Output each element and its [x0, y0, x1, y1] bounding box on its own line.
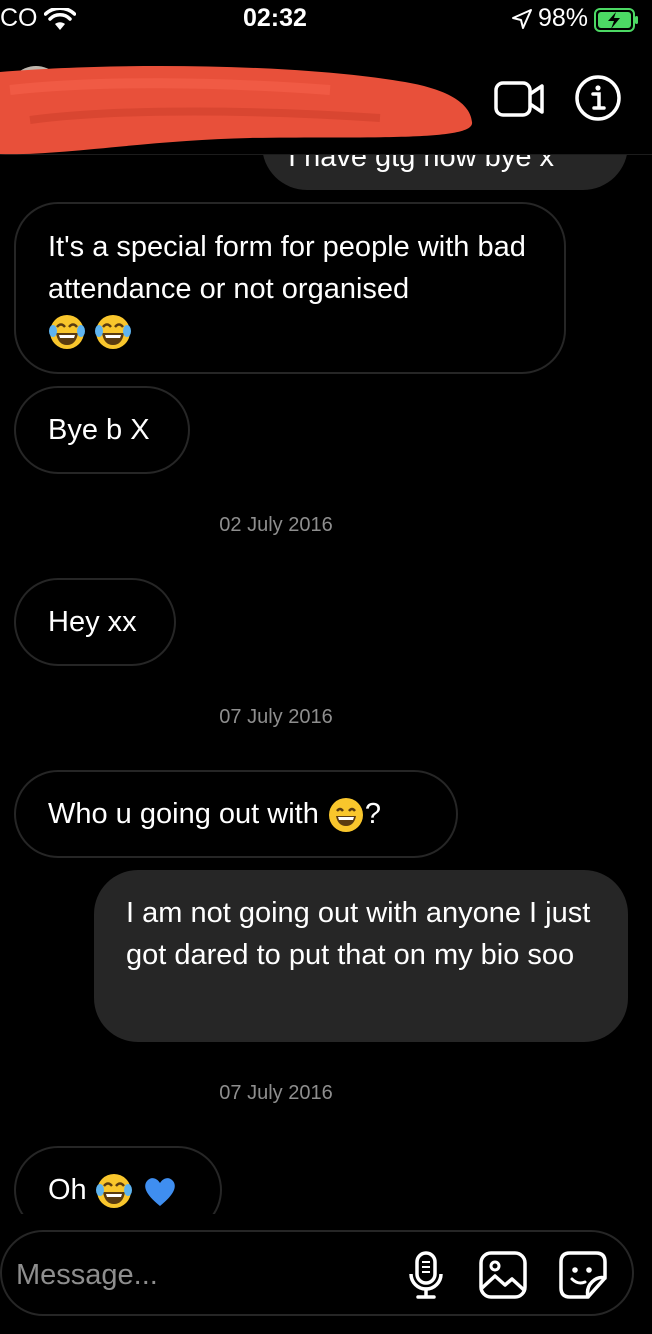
carrier-label: CO [0, 4, 38, 32]
info-icon[interactable] [574, 74, 622, 122]
status-time: 02:32 [243, 4, 307, 32]
wifi-icon [44, 8, 76, 30]
battery-percent: 98% [538, 4, 589, 32]
message-input[interactable] [14, 1252, 378, 1298]
message-text: Oh [48, 1174, 87, 1206]
video-call-icon[interactable] [494, 80, 546, 118]
message-composer [0, 1230, 634, 1316]
battery-charging-icon [594, 8, 638, 32]
grinning-emoji [328, 798, 363, 833]
message-bubble-incoming[interactable]: Bye b X [14, 386, 190, 474]
date-separator: 07 July 2016 [219, 1082, 333, 1104]
microphone-icon[interactable] [406, 1250, 446, 1300]
date-separator: 02 July 2016 [219, 514, 333, 536]
message-bubble-incoming[interactable]: It's a special form for people with bad … [14, 202, 566, 374]
message-bubble-incoming[interactable]: Hey xx [14, 578, 176, 666]
laughing-tears-emoji [95, 315, 132, 350]
message-text: I am not going out with anyone I just go… [126, 897, 591, 971]
blue-heart-emoji [145, 1178, 175, 1207]
message-text: Hey xx [48, 606, 137, 638]
message-text: Who u going out with [48, 798, 319, 830]
laughing-tears-emoji [95, 1174, 132, 1209]
composer-bar [0, 1214, 652, 1334]
chat-header [0, 46, 652, 155]
status-bar: CO 02:32 98% [0, 0, 652, 46]
date-separator: 07 July 2016 [219, 706, 333, 728]
dm-screen: CO 02:32 98% I have gtg now bye x It's a… [0, 0, 652, 1334]
message-text: It's a special form for people with bad … [48, 231, 526, 305]
message-bubble-outgoing[interactable]: I am not going out with anyone I just go… [94, 870, 628, 1042]
name-redaction-scribble [0, 66, 473, 155]
location-arrow-icon [512, 9, 532, 29]
gallery-icon[interactable] [478, 1250, 528, 1300]
message-text-suffix: ? [364, 798, 382, 830]
sticker-icon[interactable] [558, 1250, 608, 1300]
message-text: Bye b X [48, 414, 150, 446]
laughing-tears-emoji [49, 315, 85, 350]
message-bubble-incoming[interactable]: Who u going out with ? [14, 770, 458, 858]
